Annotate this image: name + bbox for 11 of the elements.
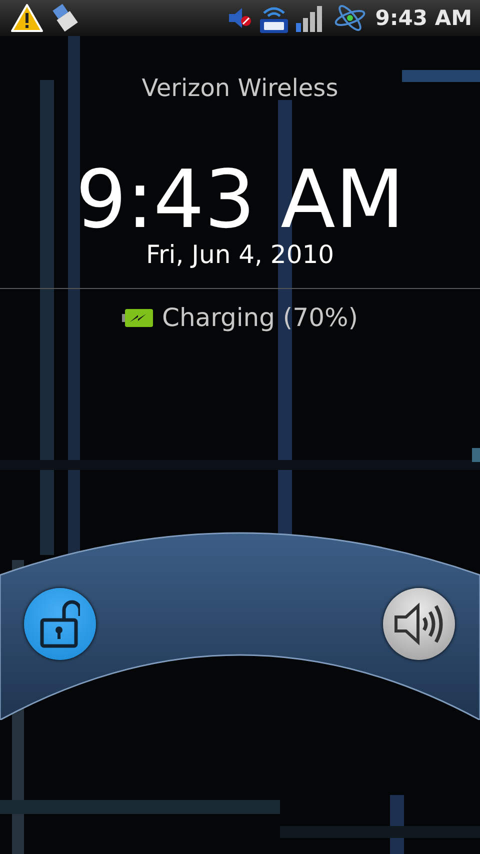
speaker-icon [394,602,444,646]
status-time: 9:43 AM [375,6,472,30]
atom-icon [333,2,368,34]
unlocked-padlock-icon [40,600,80,648]
warning-icon [10,3,44,33]
charging-status: Charging (70%) [162,303,358,333]
battery-charging-icon [122,308,154,328]
date-text: Fri, Jun 4, 2010 [146,240,334,270]
carrier-name: Verizon Wireless [142,73,338,103]
clock-time: 9:43 AM [76,158,404,242]
muted-speaker-icon [227,5,254,31]
